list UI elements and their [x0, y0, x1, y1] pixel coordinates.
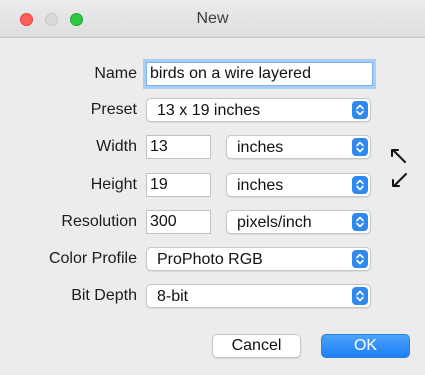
new-document-dialog: New Name birds on a wire layered Preset … [0, 0, 425, 375]
width-unit-value: inches [237, 139, 284, 156]
resolution-unit-value: pixels/inch [237, 214, 312, 231]
name-input[interactable]: birds on a wire layered [146, 62, 373, 86]
width-input[interactable]: 13 [146, 135, 211, 159]
width-unit-select[interactable]: inches [226, 135, 371, 159]
chevron-up-down-icon [352, 287, 368, 305]
name-label: Name [94, 65, 137, 82]
color-profile-select[interactable]: ProPhoto RGB [146, 247, 371, 271]
ok-button[interactable]: OK [321, 334, 410, 358]
resolution-unit-select[interactable]: pixels/inch [226, 210, 371, 234]
bit-depth-selected-value: 8-bit [157, 288, 189, 305]
preset-select[interactable]: 13 x 19 inches [146, 98, 371, 122]
color-profile-label: Color Profile [48, 250, 137, 267]
chevron-up-down-icon [352, 138, 368, 156]
cancel-button[interactable]: Cancel [212, 334, 301, 358]
chevron-up-down-icon [352, 250, 368, 268]
window-title: New [196, 10, 229, 27]
height-input[interactable]: 19 [146, 173, 211, 197]
bit-depth-select[interactable]: 8-bit [146, 284, 371, 308]
resolution-label: Resolution [61, 213, 137, 230]
title-bar[interactable]: New [0, 0, 425, 38]
width-label: Width [96, 138, 137, 155]
preset-label: Preset [90, 101, 137, 118]
chevron-up-down-icon [352, 101, 368, 119]
resolution-input[interactable]: 300 [146, 210, 211, 234]
height-unit-select[interactable]: inches [226, 173, 371, 197]
height-unit-value: inches [237, 177, 284, 194]
chevron-up-down-icon [352, 176, 368, 194]
chevron-up-down-icon [352, 213, 368, 231]
preset-selected-value: 13 x 19 inches [157, 102, 261, 119]
color-profile-selected-value: ProPhoto RGB [157, 251, 263, 268]
swap-dimensions-icon[interactable] [385, 146, 415, 192]
height-label: Height [90, 176, 137, 193]
bit-depth-label: Bit Depth [71, 287, 137, 304]
